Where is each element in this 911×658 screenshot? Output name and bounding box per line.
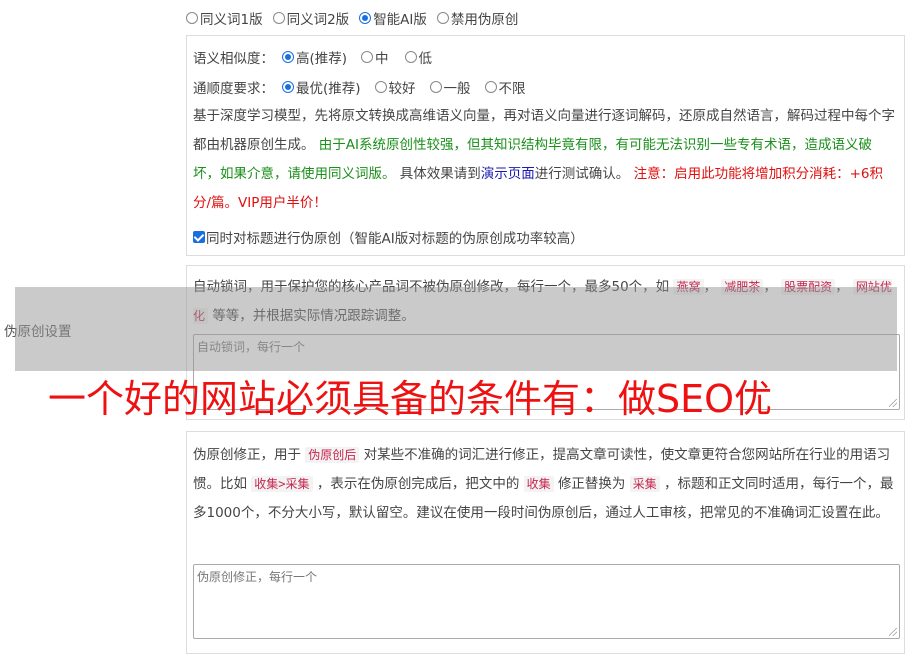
mode-option-disable[interactable]: 禁用伪原创: [436, 8, 518, 28]
mode-option-synonym2[interactable]: 同义词2版: [272, 8, 349, 28]
gray-overlay-band: [15, 287, 897, 371]
title-rewrite-option[interactable]: 同时对标题进行伪原创（智能AI版对标题的伪原创成功率较高）: [193, 227, 584, 247]
corrections-description: 伪原创修正，用于 伪原创后 对某些不准确的词汇进行修正，提高文章可读性，使文章更…: [193, 447, 894, 521]
checkbox-checked-icon[interactable]: [193, 231, 205, 243]
ai-settings-panel: 语义相似度： 高(推荐) 中 低 通顺度要求： 最优(推荐) 较好 一般 不限 …: [186, 35, 905, 256]
demo-page-link[interactable]: 演示页面: [481, 166, 535, 182]
ai-description: 基于深度学习模型，先将原文转换成高维语义向量，再对语义向量进行逐词解码，还原成自…: [193, 108, 895, 211]
corrections-panel: 伪原创修正，用于 伪原创后 对某些不准确的词汇进行修正，提高文章可读性，使文章更…: [186, 431, 905, 654]
corrections-placeholder: 伪原创修正，每行一个: [197, 570, 318, 584]
overlay-banner-text: 一个好的网站必须具备的条件有：做SEO优: [48, 377, 773, 421]
example-tag: 采集: [629, 476, 660, 492]
fluency-label: 通顺度要求：: [193, 81, 274, 97]
radio-icon[interactable]: [186, 12, 198, 24]
radio-icon[interactable]: [272, 12, 285, 24]
similarity-option-high[interactable]: 高(推荐): [282, 47, 347, 67]
similarity-option-medium[interactable]: 中: [361, 47, 389, 67]
radio-selected-icon[interactable]: [359, 12, 372, 24]
mode-radio-group: 同义词1版 同义词2版 智能AI版 禁用伪原创: [186, 8, 518, 28]
fluency-option-normal[interactable]: 一般: [429, 77, 471, 97]
corrections-input[interactable]: 伪原创修正，每行一个: [193, 564, 900, 639]
mode-option-synonym1[interactable]: 同义词1版: [186, 8, 263, 28]
example-tag: 收集: [523, 476, 554, 492]
radio-icon[interactable]: [429, 81, 442, 93]
resize-handle-icon[interactable]: [889, 628, 897, 636]
fluency-row: 通顺度要求： 最优(推荐) 较好 一般 不限: [193, 77, 526, 97]
fluency-option-any[interactable]: 不限: [484, 77, 526, 97]
example-tag: 收集>采集: [251, 476, 313, 492]
radio-icon[interactable]: [374, 81, 387, 93]
resize-handle-icon[interactable]: [889, 399, 897, 407]
radio-selected-icon[interactable]: [282, 51, 294, 63]
radio-icon[interactable]: [404, 51, 417, 63]
mode-option-ai[interactable]: 智能AI版: [359, 8, 427, 28]
radio-icon[interactable]: [484, 81, 497, 93]
similarity-row: 语义相似度： 高(推荐) 中 低: [193, 47, 432, 67]
radio-selected-icon[interactable]: [282, 81, 294, 93]
fluency-option-best[interactable]: 最优(推荐): [282, 77, 361, 97]
similarity-option-low[interactable]: 低: [404, 47, 432, 67]
fluency-option-good[interactable]: 较好: [374, 77, 416, 97]
radio-icon[interactable]: [361, 51, 374, 63]
example-tag: 伪原创后: [305, 447, 360, 463]
similarity-label: 语义相似度：: [193, 51, 274, 67]
radio-icon[interactable]: [436, 12, 449, 24]
